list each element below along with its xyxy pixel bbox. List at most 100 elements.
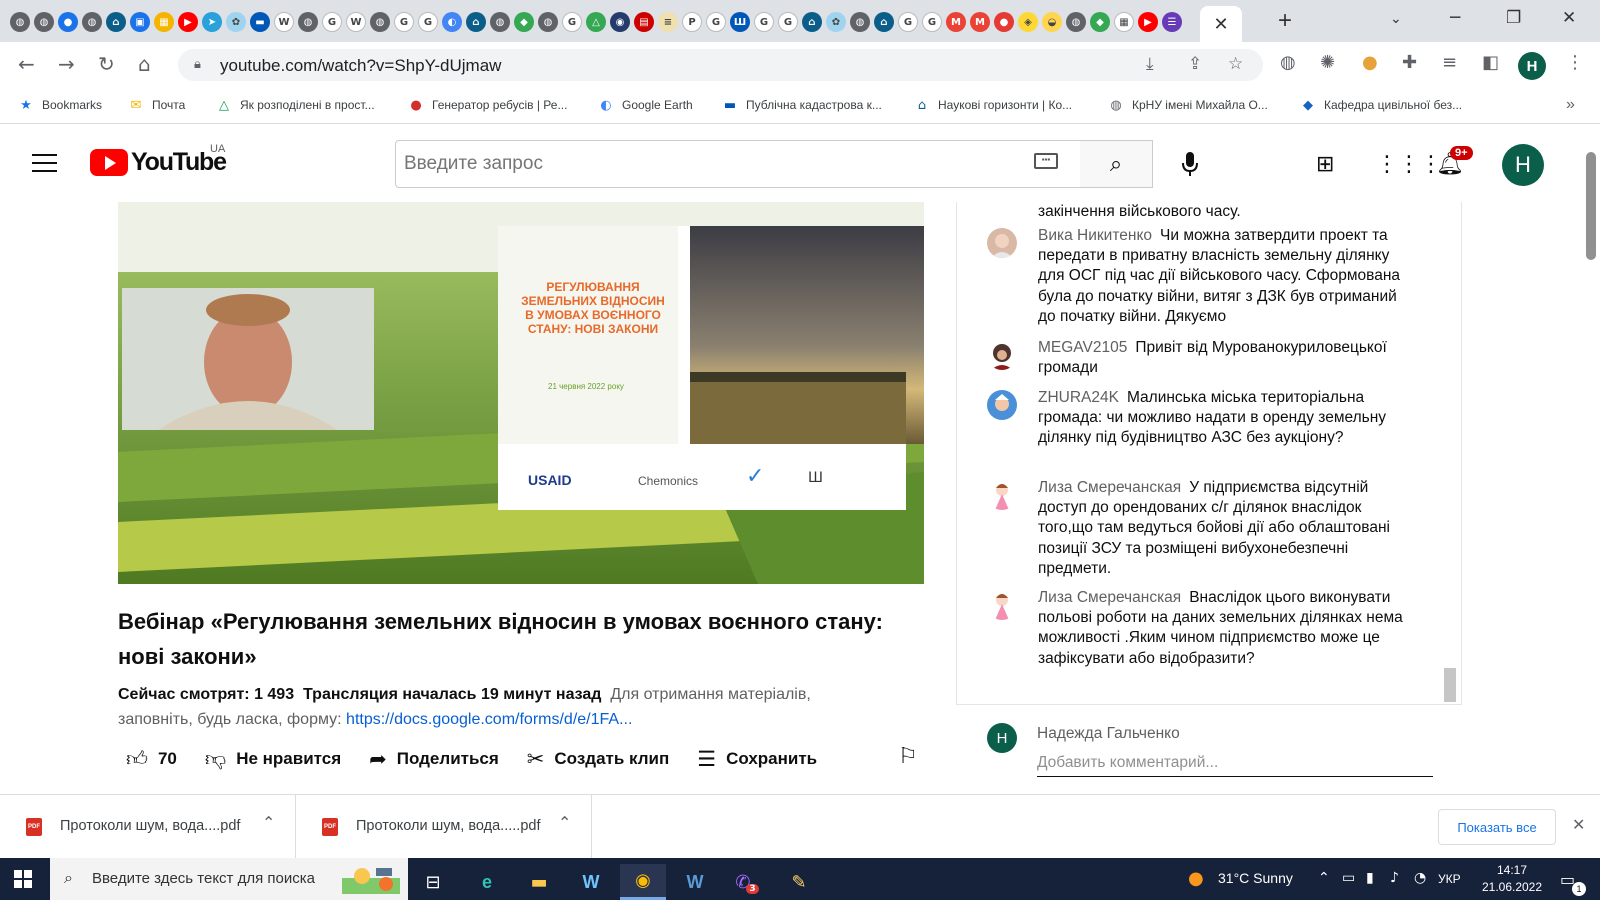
bookmark-star-icon[interactable]: ☆	[1228, 54, 1243, 74]
chat-avatar[interactable]	[987, 390, 1017, 420]
tab-favicon-google-icon[interactable]: G	[394, 12, 414, 32]
tab-favicon-account-icon[interactable]: ●	[58, 12, 78, 32]
chrome-icon[interactable]: ◉	[620, 864, 666, 900]
search-input[interactable]	[404, 149, 1004, 179]
voice-search-button[interactable]	[1170, 144, 1210, 184]
tab-favicon-site-icon[interactable]: ▤	[634, 12, 654, 32]
cookie-icon[interactable]: ●	[1362, 52, 1378, 73]
bookmark-item[interactable]: ✉ Почта	[128, 97, 186, 113]
windows-start-icon[interactable]	[14, 870, 32, 888]
home-icon[interactable]: ⌂	[138, 52, 151, 76]
bookmark-item[interactable]: ◐ Google Earth	[598, 97, 692, 113]
show-hidden-icons-icon[interactable]: ⌃	[1318, 870, 1330, 886]
profile-avatar[interactable]: H	[1518, 52, 1546, 80]
tab-favicon-globe-icon[interactable]: ◍	[490, 12, 510, 32]
report-flag-icon[interactable]: ⚐	[898, 744, 918, 769]
bookmark-item[interactable]: ▬ Публічна кадастрова к...	[722, 97, 882, 113]
chat-author[interactable]: Лиза Смеречанская	[1038, 479, 1181, 496]
media-queue-icon[interactable]: ≡	[1442, 52, 1457, 73]
taskbar-search-placeholder[interactable]: Введите здесь текст для поиска	[92, 870, 315, 887]
page-scrollbar[interactable]	[1586, 152, 1596, 260]
tab-favicon-telegram-icon[interactable]: ➤	[202, 12, 222, 32]
app-w-icon[interactable]: W	[568, 864, 614, 900]
tab-favicon-google-icon[interactable]: G	[898, 12, 918, 32]
restore-window-icon[interactable]: ❐	[1506, 8, 1521, 28]
puzzle-extensions-icon[interactable]: ✚	[1402, 52, 1417, 73]
bookmark-item[interactable]: ◍ КрНУ імені Михайла О...	[1108, 97, 1267, 113]
create-video-icon[interactable]: ⊞	[1316, 152, 1334, 177]
tab-favicon-youtube-icon[interactable]: ▶	[1138, 12, 1158, 32]
share-button[interactable]: ➦ Поделиться	[369, 747, 499, 771]
tab-favicon-classroom-icon[interactable]: ▦	[154, 12, 174, 32]
hamburger-menu-icon[interactable]	[32, 154, 57, 172]
video-player[interactable]: РЕГУЛЮВАННЯ ЗЕМЕЛЬНИХ ВІДНОСИН В УМОВАХ …	[118, 202, 924, 584]
chat-author[interactable]: MEGAV2105	[1038, 339, 1127, 356]
tab-favicon-site-icon[interactable]: ◒	[1042, 12, 1062, 32]
show-all-downloads-button[interactable]: Показать все	[1438, 809, 1556, 845]
bookmark-item[interactable]: ★ Bookmarks	[18, 97, 102, 113]
form-link[interactable]: https://docs.google.com/forms/d/e/1FA...	[346, 711, 632, 728]
word-icon[interactable]: W	[672, 864, 718, 900]
tab-favicon-site-icon[interactable]: ✿	[226, 12, 246, 32]
forward-arrow-icon[interactable]: →	[58, 52, 75, 76]
tab-favicon-site-icon[interactable]: ⌂	[106, 12, 126, 32]
tab-favicon-globe-icon[interactable]: ◍	[34, 12, 54, 32]
chevron-up-icon[interactable]: ⌃	[558, 813, 571, 832]
bookmarks-overflow-icon[interactable]: »	[1566, 96, 1575, 114]
tab-favicon-globe-icon[interactable]: ◍	[10, 12, 30, 32]
extension-icon[interactable]: ✺	[1320, 52, 1335, 73]
paint-icon[interactable]: ✎	[776, 864, 822, 900]
install-app-icon[interactable]: ⤓	[1146, 54, 1154, 74]
new-tab-button[interactable]: +	[1278, 8, 1292, 34]
back-arrow-icon[interactable]: ←	[18, 52, 35, 76]
chat-author[interactable]: Лиза Смеречанская	[1038, 589, 1181, 606]
chat-comment-input[interactable]	[1037, 749, 1433, 777]
tab-favicon-site-icon[interactable]: ●	[994, 12, 1014, 32]
address-bar[interactable]: 🔒︎ youtube.com/watch?v=ShpY-dUjmaw ⤓ ⇪ ☆	[178, 49, 1263, 81]
weather-sun-icon[interactable]: ●	[1188, 868, 1204, 889]
chat-author[interactable]: Вика Никитенко	[1038, 227, 1152, 244]
side-panel-icon[interactable]: ◧	[1482, 52, 1499, 73]
close-tab-icon[interactable]: ✕	[1213, 14, 1228, 35]
youtube-logo[interactable]: YouTube	[90, 148, 227, 177]
tab-favicon-shield-icon[interactable]: ◈	[1018, 12, 1038, 32]
input-language[interactable]: УКР	[1438, 872, 1461, 886]
active-tab[interactable]: ✕	[1200, 6, 1242, 42]
tab-favicon-globe-icon[interactable]: ◍	[1066, 12, 1086, 32]
tab-favicon-site-icon[interactable]: ▦	[1114, 12, 1134, 32]
bookmark-item[interactable]: ● Генератор ребусів | Ре...	[408, 97, 567, 113]
tab-favicon-gmail-icon[interactable]: M	[946, 12, 966, 32]
account-avatar[interactable]: H	[1502, 144, 1544, 186]
edge-icon[interactable]: e	[464, 864, 510, 900]
tab-favicon-gmail-icon[interactable]: M	[970, 12, 990, 32]
chat-author[interactable]: ZHURA24K	[1038, 389, 1119, 406]
bookmark-item[interactable]: △ Як розподілені в прост...	[216, 97, 375, 113]
tab-favicon-globe-icon[interactable]: ◍	[82, 12, 102, 32]
bookmark-item[interactable]: ⌂ Наукові горизонти | Ко...	[914, 97, 1072, 113]
tab-favicon-globe-icon[interactable]: ◍	[298, 12, 318, 32]
tab-favicon-site-icon[interactable]: ⌂	[874, 12, 894, 32]
volume-icon[interactable]: ♪	[1390, 870, 1399, 886]
like-button[interactable]: 👍︎ 70	[126, 746, 177, 772]
chat-avatar[interactable]	[987, 480, 1017, 510]
download-item[interactable]: PDF Протоколи шум, вода....pdf ⌃	[0, 795, 296, 859]
tab-favicon-maps-icon[interactable]: ◆	[1090, 12, 1110, 32]
tab-favicon-wikipedia-icon[interactable]: W	[274, 12, 294, 32]
network-icon[interactable]: ▭	[1342, 870, 1355, 886]
tab-favicon-globe-icon[interactable]: ◍	[850, 12, 870, 32]
tab-favicon-forms-icon[interactable]: ☰	[1162, 12, 1182, 32]
tab-favicon-drive-icon[interactable]: △	[586, 12, 606, 32]
reload-icon[interactable]: ↻	[98, 52, 115, 76]
tab-favicon-google-icon[interactable]: G	[778, 12, 798, 32]
browser-menu-icon[interactable]: ⋮	[1566, 52, 1584, 73]
chat-avatar[interactable]	[987, 340, 1017, 370]
tab-favicon-site-icon[interactable]: ⌂	[466, 12, 486, 32]
minimize-window-icon[interactable]: ─	[1450, 8, 1460, 28]
tab-favicon-site-icon[interactable]: ≡	[658, 12, 678, 32]
tab-favicon-google-icon[interactable]: G	[922, 12, 942, 32]
keyboard-icon[interactable]: ▪▪▪	[1034, 153, 1058, 169]
apps-grid-icon[interactable]: ⋮⋮⋮	[1376, 152, 1442, 177]
tab-search-chevron-icon[interactable]: ⌄	[1390, 10, 1402, 27]
share-icon[interactable]: ⇪	[1188, 54, 1202, 74]
bookmark-item[interactable]: ◆ Кафедра цивільної без...	[1300, 97, 1462, 113]
